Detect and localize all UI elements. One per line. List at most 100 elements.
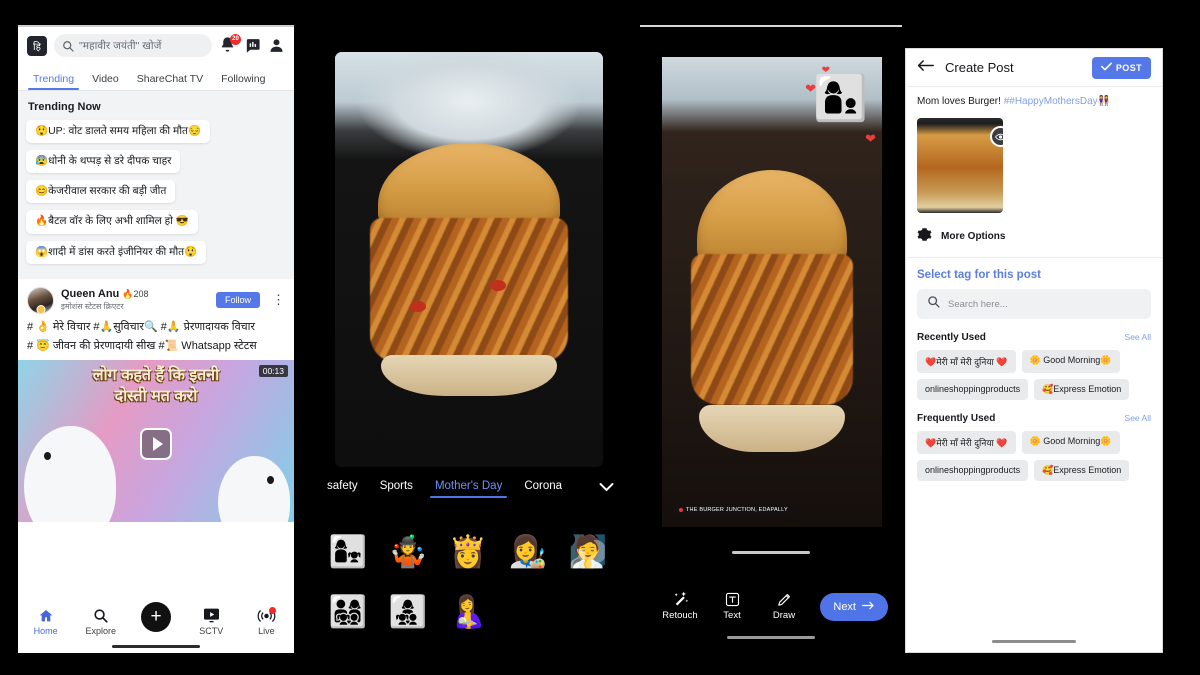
- trending-item[interactable]: 😰धोनी के थप्पड़ से डरे दीपक चाहर: [26, 150, 181, 174]
- more-options-row[interactable]: More Options: [906, 213, 1162, 258]
- post-hashtags-line1[interactable]: # 👌 मेरे विचार #🙏सुविचार🔍 #🙏 प्रेरणादायक…: [18, 317, 294, 336]
- create-post-header: Create Post POST: [906, 49, 1162, 87]
- text-button[interactable]: Text: [706, 588, 758, 621]
- nav-sctv[interactable]: SCTV: [184, 605, 239, 636]
- play-button[interactable]: [140, 427, 172, 460]
- nav-create[interactable]: +: [128, 602, 183, 632]
- tag-chip[interactable]: ❤️मेरी माँ मेरी दुनिया ❤️: [917, 431, 1016, 454]
- post-media-preview: [906, 108, 1162, 213]
- sticker-item[interactable]: 👸: [438, 523, 498, 579]
- post-caption[interactable]: Mom loves Burger! ##HappyMothersDay👭: [906, 87, 1162, 108]
- burger-filling: [369, 218, 569, 364]
- caption-emoji: 👭: [1097, 96, 1111, 107]
- tab-following[interactable]: Following: [212, 73, 274, 90]
- sticker-picker-panel: safety Sports Mother's Day Corona 👩‍👧 🤹 …: [308, 25, 628, 653]
- nav-explore[interactable]: Explore: [73, 605, 128, 636]
- arrow-left-icon[interactable]: [917, 58, 934, 78]
- trending-item[interactable]: 😲UP: वोट डालते समय महिला की मौत😔: [26, 120, 211, 144]
- eye-icon[interactable]: [990, 126, 1003, 147]
- tag-search-input[interactable]: Search here...: [917, 289, 1151, 319]
- sticker-item[interactable]: 🤱: [438, 583, 498, 639]
- retouch-button[interactable]: Retouch: [654, 588, 706, 621]
- next-label: Next: [833, 601, 856, 613]
- editor-canvas[interactable]: ❤ ❤ ❤ 👩‍👦 THE BURGER JUNCTION, EDAPALLY: [662, 57, 882, 527]
- sticker-item[interactable]: 👩‍👧: [318, 523, 378, 579]
- feed-bottom-nav: Home Explore + SCTV Live: [18, 598, 294, 653]
- select-tag-heading: Select tag for this post: [917, 269, 1041, 281]
- nav-home-label: Home: [33, 626, 58, 636]
- search-icon: [927, 295, 940, 313]
- tag-chip[interactable]: 🥰Express Emotion: [1034, 460, 1130, 481]
- drag-handle[interactable]: [732, 551, 810, 554]
- trending-item[interactable]: 🔥बैटल वॉर के लिए अभी शामिल हो 😎: [26, 210, 198, 234]
- feed-tabs: Trending Video ShareChat TV Following: [18, 64, 294, 91]
- profile-icon[interactable]: [268, 37, 285, 54]
- tab-sharechat-tv[interactable]: ShareChat TV: [128, 73, 212, 90]
- search-icon: [73, 605, 128, 626]
- video-duration: 00:13: [258, 364, 288, 377]
- category-corona[interactable]: Corona: [513, 480, 573, 498]
- burger-filling: [690, 254, 854, 405]
- sticker-item[interactable]: 🤹: [378, 523, 438, 579]
- dove-image: [24, 425, 116, 522]
- tag-chip[interactable]: onlineshoppingproducts: [917, 379, 1029, 400]
- category-safety[interactable]: safety: [316, 480, 369, 498]
- sticker-item[interactable]: 👩‍👧‍👦: [378, 583, 438, 639]
- post-overflow-menu-icon[interactable]: ⋮: [267, 292, 285, 308]
- sticker-item[interactable]: 👨‍👩‍👧‍👦: [318, 583, 378, 639]
- applied-sticker[interactable]: 👩‍👦: [813, 77, 868, 121]
- see-all-frequently-used[interactable]: See All: [1125, 413, 1151, 423]
- nav-sctv-label: SCTV: [199, 626, 224, 636]
- tag-chip[interactable]: 🌼 Good Morning🌼: [1021, 431, 1120, 454]
- language-button[interactable]: हि: [27, 35, 47, 56]
- tv-icon: [184, 605, 239, 626]
- arrow-right-icon: [862, 600, 875, 614]
- category-mothers-day[interactable]: Mother's Day: [424, 480, 513, 498]
- trending-list: 😲UP: वोट डालते समय महिला की मौत😔 😰धोनी क…: [18, 120, 294, 279]
- caption-text: Mom loves Burger!: [917, 96, 1004, 107]
- nav-home[interactable]: Home: [18, 605, 73, 636]
- category-sports[interactable]: Sports: [369, 480, 424, 498]
- avatar[interactable]: [27, 286, 54, 314]
- frequently-used-label: Frequently Used: [917, 413, 996, 424]
- sticker-category-tabs: safety Sports Mother's Day Corona: [308, 480, 628, 514]
- post-author-name: Queen Anu 🔥208: [61, 288, 149, 301]
- burger-preview-image[interactable]: [335, 52, 603, 467]
- chevron-down-icon[interactable]: [599, 480, 620, 495]
- post-hashtags-line2[interactable]: # 😇 जीवन की प्रेरणादायी सीख #📜 Whatsapp …: [18, 336, 294, 355]
- post-header: Queen Anu 🔥208 इमोशंस स्टेटस क्रिएटर Fol…: [18, 278, 294, 317]
- tag-chip[interactable]: ❤️मेरी माँ मेरी दुनिया ❤️: [917, 350, 1016, 373]
- post-button-label: POST: [1115, 62, 1142, 73]
- notifications-button[interactable]: 20: [219, 33, 241, 56]
- text-label: Text: [723, 610, 741, 621]
- tab-video[interactable]: Video: [83, 73, 128, 90]
- tag-chip[interactable]: onlineshoppingproducts: [917, 460, 1029, 481]
- nav-live[interactable]: Live: [239, 605, 294, 636]
- video-caption-line1: लोग कहते हैं कि इतनी: [92, 366, 220, 384]
- heart-icon: ❤: [865, 131, 876, 146]
- next-button[interactable]: Next: [820, 593, 888, 621]
- sticker-item[interactable]: 🧖: [558, 523, 618, 579]
- trending-item[interactable]: 😊केजरीवाल सरकार की बड़ी जीत: [26, 180, 176, 204]
- notification-badge: 20: [230, 33, 241, 45]
- sticker-item[interactable]: 👩‍🎨: [498, 523, 558, 579]
- tag-chip[interactable]: 🥰Express Emotion: [1034, 379, 1130, 400]
- draw-button[interactable]: Draw: [758, 588, 810, 621]
- home-indicator: [112, 645, 200, 648]
- magic-wand-icon: [654, 588, 706, 610]
- tag-chip[interactable]: 🌼 Good Morning🌼: [1021, 350, 1120, 373]
- chat-poll-icon[interactable]: [244, 37, 261, 54]
- burger-thumbnail[interactable]: [917, 118, 1003, 213]
- sticker-grid: 👩‍👧 🤹 👸 👩‍🎨 🧖 👨‍👩‍👧‍👦 👩‍👧‍👦 🤱: [318, 523, 618, 639]
- recently-used-tags: ❤️मेरी माँ मेरी दुनिया ❤️ 🌼 Good Morning…: [906, 350, 1162, 400]
- live-broadcast-icon: [239, 605, 294, 626]
- tab-trending[interactable]: Trending: [24, 73, 83, 90]
- follow-button[interactable]: Follow: [215, 292, 260, 309]
- see-all-recently-used[interactable]: See All: [1125, 332, 1151, 342]
- feed-search-input[interactable]: "महावीर जयंती" खोजें: [54, 34, 212, 57]
- post-button[interactable]: POST: [1091, 56, 1151, 79]
- trending-item[interactable]: 😱शादी में डांस करते इंजीनियर की मौत😲: [26, 240, 207, 264]
- post-video-thumbnail[interactable]: लोग कहते हैं कि इतनी दोस्ती मत करो 00:13: [18, 359, 294, 522]
- recently-used-header: Recently Used See All: [906, 319, 1162, 350]
- plus-icon[interactable]: +: [141, 602, 171, 632]
